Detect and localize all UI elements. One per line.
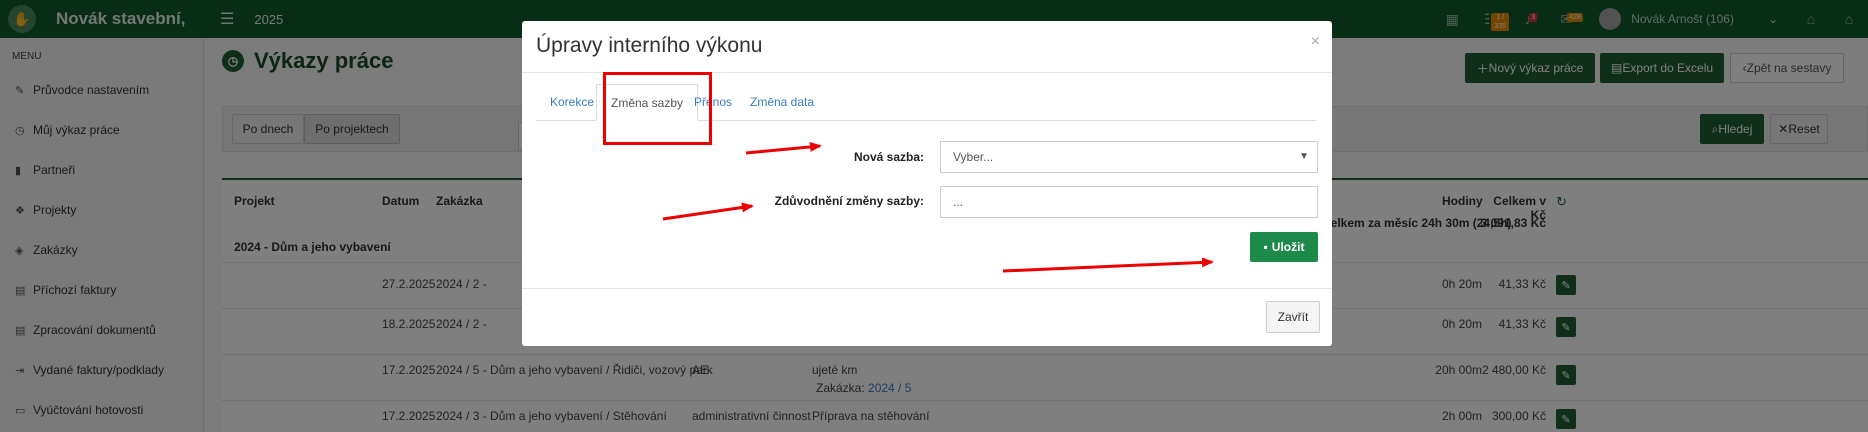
modal-header: Úpravy interního výkonu ×: [522, 21, 1332, 73]
rate-reason-label: Zdůvodnění změny sazby:: [774, 194, 924, 208]
new-rate-value: Vyber...: [953, 150, 994, 164]
new-rate-select[interactable]: Vyber... ▼: [940, 141, 1318, 173]
floppy-icon: ▪: [1263, 240, 1268, 254]
annotation-highlight-box: [603, 72, 712, 145]
rate-reason-input[interactable]: ...: [940, 186, 1318, 218]
modal-footer: Zavřít: [522, 288, 1332, 346]
new-rate-label: Nová sazba:: [853, 150, 924, 164]
save-button[interactable]: ▪ Uložit: [1250, 232, 1318, 262]
chevron-down-icon: ▼: [1299, 151, 1309, 162]
modal-title: Úpravy interního výkonu: [536, 34, 763, 57]
close-button[interactable]: Zavřít: [1266, 301, 1320, 333]
close-icon[interactable]: ×: [1311, 33, 1320, 51]
tab-date-change[interactable]: Změna data: [736, 84, 828, 121]
edit-internal-work-modal: Úpravy interního výkonu × Korekce Změna …: [522, 21, 1332, 346]
